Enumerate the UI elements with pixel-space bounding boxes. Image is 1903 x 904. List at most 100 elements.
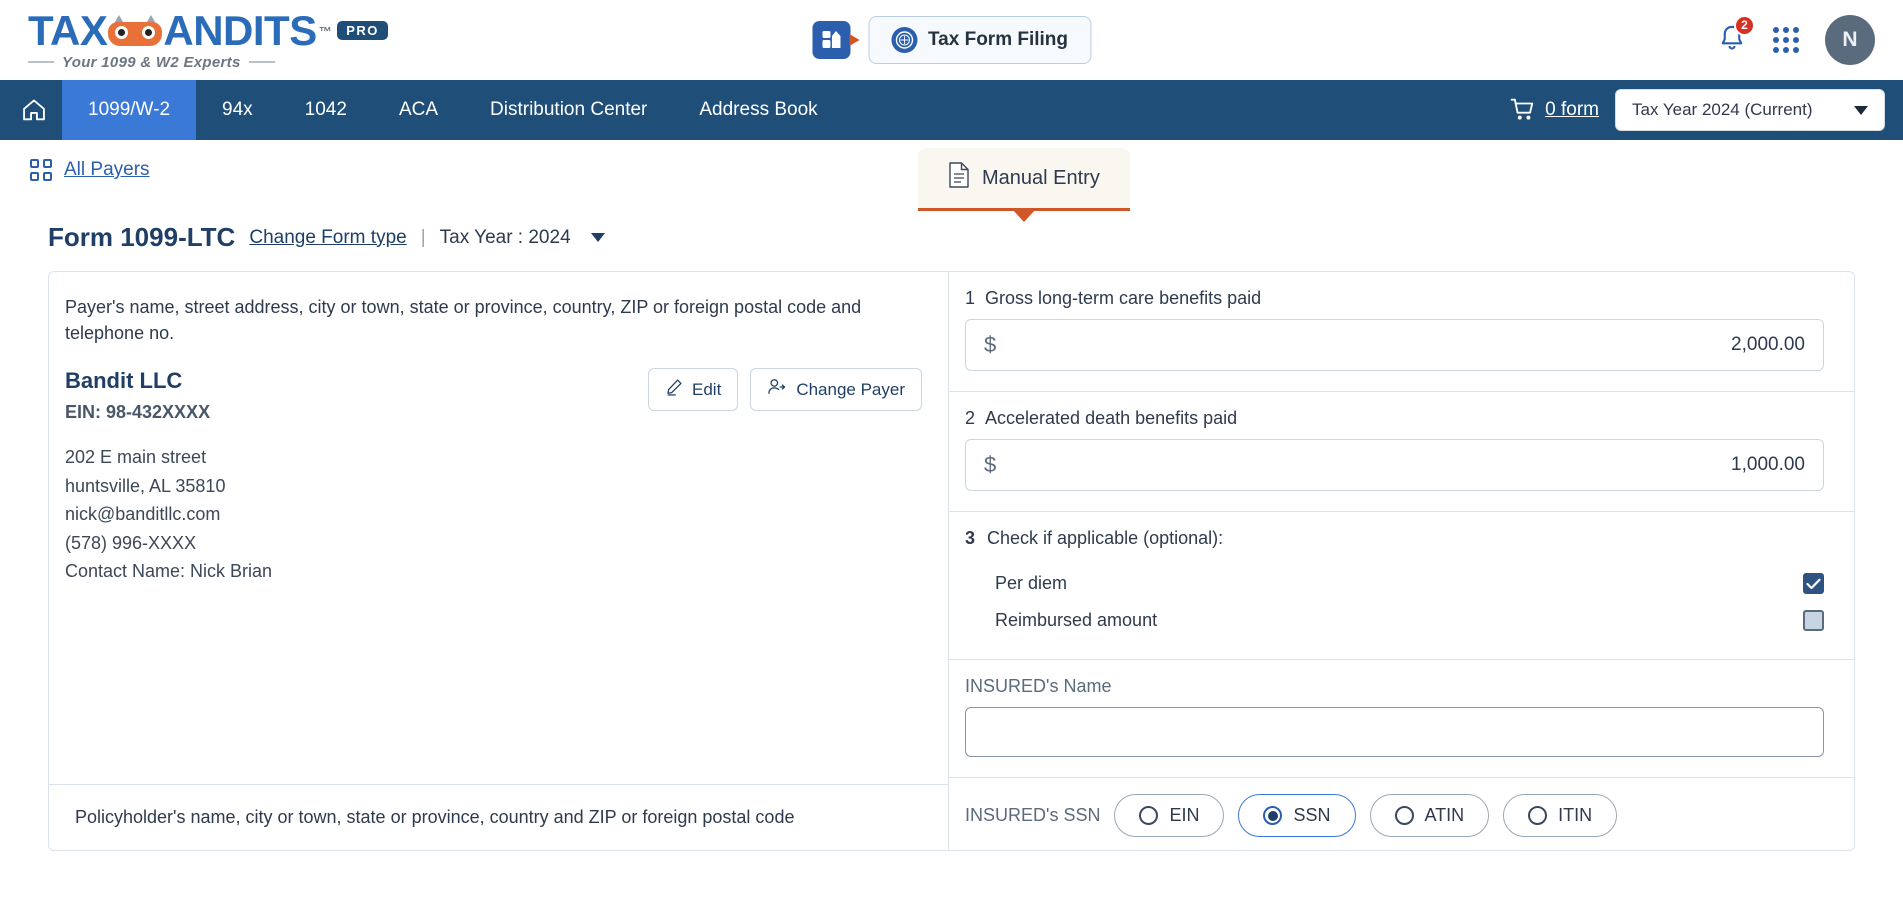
per-diem-label: Per diem bbox=[995, 573, 1067, 594]
check-icon bbox=[1806, 578, 1821, 590]
logo-text-andits: ANDITS bbox=[163, 10, 316, 52]
per-diem-checkbox[interactable] bbox=[1803, 573, 1824, 594]
pro-badge: PRO bbox=[337, 21, 388, 40]
notifications-button[interactable]: 2 bbox=[1717, 23, 1747, 58]
radio-icon bbox=[1263, 806, 1282, 825]
nav-label: 94x bbox=[222, 99, 253, 121]
insured-ssn-row: INSURED's SSN EIN SSN ATIN ITIN bbox=[965, 794, 1824, 837]
tax-year-dropdown[interactable]: Tax Year 2024 (Current) bbox=[1615, 89, 1885, 131]
box3-section: 3 Check if applicable (optional): Per di… bbox=[949, 512, 1854, 660]
tab-manual-entry[interactable]: Manual Entry bbox=[918, 148, 1130, 211]
logo-tagline: Your 1099 & W2 Experts bbox=[28, 54, 388, 71]
form-fields-panel: 1 Gross long-term care benefits paid $ 2… bbox=[949, 272, 1854, 850]
box3-label-row: 3 Check if applicable (optional): bbox=[965, 528, 1824, 549]
tin-type-label: ATIN bbox=[1425, 805, 1465, 826]
nav-label: Distribution Center bbox=[490, 99, 647, 121]
edit-payer-button[interactable]: Edit bbox=[648, 368, 738, 411]
nav-label: Address Book bbox=[699, 99, 817, 121]
reimbursed-amount-label: Reimbursed amount bbox=[995, 610, 1157, 631]
taxbandits-logo[interactable]: TAX ANDITS ™ PRO Your 1099 & W2 Experts bbox=[28, 10, 388, 71]
payer-panel: Payer's name, street address, city or to… bbox=[49, 272, 949, 850]
radio-icon bbox=[1395, 806, 1414, 825]
title-separator: | bbox=[421, 227, 426, 249]
tax-year-chevron-down-icon[interactable] bbox=[591, 233, 605, 242]
logo-wordmark: TAX ANDITS ™ PRO bbox=[28, 10, 388, 52]
tax-form-filing-button[interactable]: Tax Form Filing bbox=[868, 16, 1091, 64]
home-icon[interactable] bbox=[6, 80, 62, 140]
nav-item-1099-w2[interactable]: 1099/W-2 bbox=[62, 80, 196, 140]
nav-item-address-book[interactable]: Address Book bbox=[673, 80, 843, 140]
reimbursed-amount-checkbox[interactable] bbox=[1803, 610, 1824, 631]
document-icon bbox=[948, 162, 970, 194]
policyholder-legend: Policyholder's name, city or town, state… bbox=[49, 784, 948, 850]
tax-year-value: Tax Year 2024 (Current) bbox=[1632, 100, 1813, 120]
payer-actions: Edit Change Payer bbox=[648, 368, 922, 411]
payer-ein: EIN: 98-432XXXX bbox=[65, 402, 210, 423]
nav-label: ACA bbox=[399, 99, 438, 121]
payer-details: Payer's name, street address, city or to… bbox=[49, 272, 948, 784]
bandit-mask-icon bbox=[108, 16, 162, 46]
tagline-rule-right bbox=[249, 61, 275, 63]
user-avatar[interactable]: N bbox=[1825, 15, 1875, 65]
insured-name-input[interactable] bbox=[965, 707, 1824, 757]
manual-entry-label: Manual Entry bbox=[982, 167, 1100, 190]
box3-label: Check if applicable (optional): bbox=[987, 528, 1223, 549]
app-header: TAX ANDITS ™ PRO Your 1099 & W2 Experts bbox=[0, 0, 1903, 80]
tin-type-ein-option[interactable]: EIN bbox=[1114, 794, 1224, 837]
tin-type-itin-option[interactable]: ITIN bbox=[1503, 794, 1617, 837]
nav-right-group: 0 form Tax Year 2024 (Current) bbox=[1510, 80, 1903, 140]
nav-label: 1099/W-2 bbox=[88, 99, 170, 121]
tin-type-label: ITIN bbox=[1558, 805, 1592, 826]
cart-icon bbox=[1510, 97, 1536, 123]
tax-year-label: Tax Year : 2024 bbox=[440, 227, 571, 249]
trademark-symbol: ™ bbox=[319, 25, 332, 38]
cart-button[interactable]: 0 form bbox=[1510, 97, 1599, 123]
per-diem-row: Per diem bbox=[965, 565, 1824, 602]
header-right-group: 2 N bbox=[1717, 15, 1875, 65]
app-switcher-button[interactable] bbox=[812, 21, 850, 59]
radio-icon bbox=[1528, 806, 1547, 825]
apps-menu-icon[interactable] bbox=[1773, 27, 1799, 53]
box2-label-row: 2 Accelerated death benefits paid bbox=[965, 408, 1824, 429]
reimbursed-amount-row: Reimbursed amount bbox=[965, 602, 1824, 639]
nav-item-distribution-center[interactable]: Distribution Center bbox=[464, 80, 673, 140]
main-navigation: 1099/W-2 94x 1042 ACA Distribution Cente… bbox=[0, 80, 1903, 140]
tin-type-label: EIN bbox=[1169, 805, 1199, 826]
box3-number: 3 bbox=[965, 528, 975, 549]
nav-item-aca[interactable]: ACA bbox=[373, 80, 464, 140]
insured-name-section: INSURED's Name bbox=[949, 660, 1854, 778]
box1-amount-input[interactable]: $ 2,000.00 bbox=[965, 319, 1824, 371]
box1-label-row: 1 Gross long-term care benefits paid bbox=[965, 288, 1824, 309]
cart-label: 0 form bbox=[1545, 99, 1599, 121]
change-form-type-link[interactable]: Change Form type bbox=[249, 227, 406, 249]
nav-item-1042[interactable]: 1042 bbox=[279, 80, 373, 140]
tin-type-ssn-option[interactable]: SSN bbox=[1238, 794, 1355, 837]
nav-item-94x[interactable]: 94x bbox=[196, 80, 279, 140]
tagline-text: Your 1099 & W2 Experts bbox=[62, 54, 241, 71]
page-title: Form 1099-LTC bbox=[48, 222, 235, 253]
logo-text-tax: TAX bbox=[28, 10, 107, 52]
payer-contact-name: Contact Name: Nick Brian bbox=[65, 557, 922, 585]
insured-ssn-label: INSURED's SSN bbox=[965, 805, 1100, 826]
tin-type-atin-option[interactable]: ATIN bbox=[1370, 794, 1490, 837]
change-payer-label: Change Payer bbox=[796, 380, 905, 400]
all-payers-label: All Payers bbox=[64, 159, 150, 181]
box2-section: 2 Accelerated death benefits paid $ 1,00… bbox=[949, 392, 1854, 512]
insured-ssn-section: INSURED's SSN EIN SSN ATIN ITIN bbox=[949, 778, 1854, 851]
payer-email: nick@banditllc.com bbox=[65, 500, 922, 528]
payer-legend: Payer's name, street address, city or to… bbox=[65, 294, 922, 346]
payer-address-block: 202 E main street huntsville, AL 35810 n… bbox=[65, 443, 922, 585]
payer-address-line1: 202 E main street bbox=[65, 443, 922, 471]
box2-amount-input[interactable]: $ 1,000.00 bbox=[965, 439, 1824, 491]
payer-header-row: Bandit LLC EIN: 98-432XXXX Edit bbox=[65, 368, 922, 423]
sub-navigation: All Payers Manual Entry bbox=[0, 140, 1903, 200]
box1-number: 1 bbox=[965, 288, 975, 309]
all-payers-link[interactable]: All Payers bbox=[30, 159, 150, 181]
currency-symbol: $ bbox=[984, 452, 996, 478]
grid-icon bbox=[30, 159, 52, 181]
chevron-down-icon bbox=[1854, 106, 1868, 115]
currency-symbol: $ bbox=[984, 332, 996, 358]
box1-section: 1 Gross long-term care benefits paid $ 2… bbox=[949, 272, 1854, 392]
change-payer-button[interactable]: Change Payer bbox=[750, 368, 922, 411]
header-center-group: Tax Form Filing bbox=[812, 16, 1091, 64]
